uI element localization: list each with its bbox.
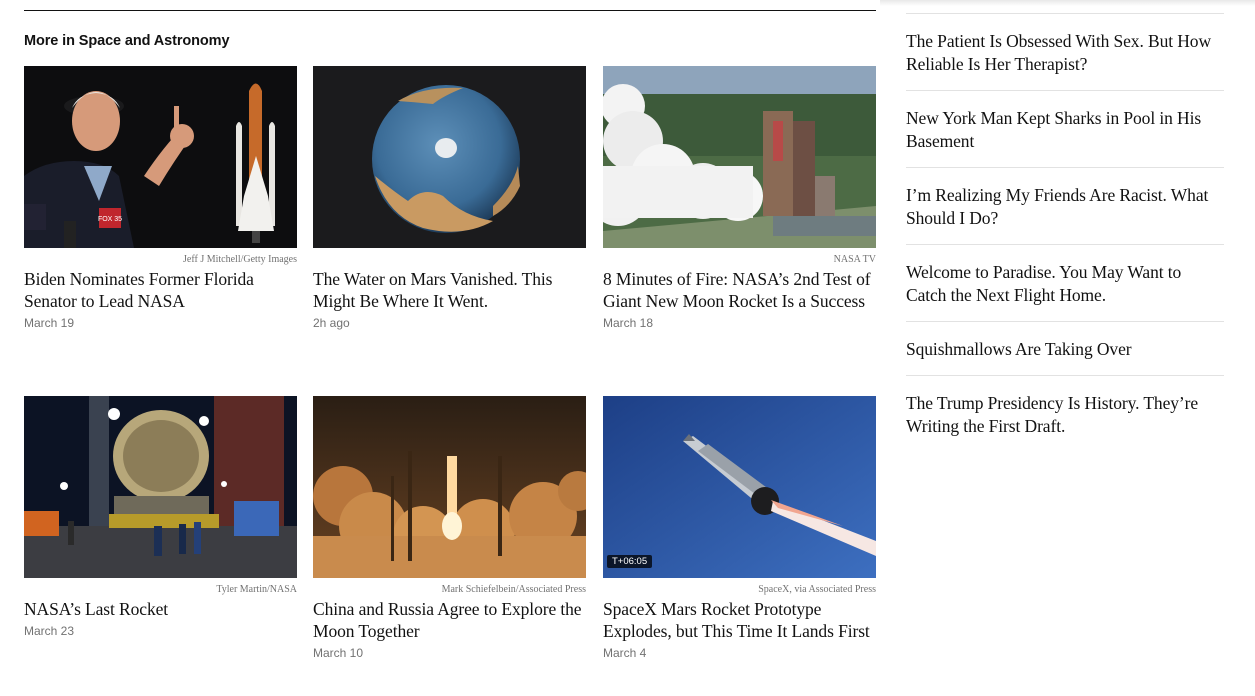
video-timestamp: T+06:05	[607, 555, 653, 568]
photo-credit: NASA TV	[833, 254, 876, 265]
section-title[interactable]: More in Space and Astronomy	[24, 33, 230, 49]
rail-item[interactable]: New York Man Kept Sharks in Pool in His …	[906, 107, 1224, 153]
article-date: March 23	[24, 624, 75, 638]
article-card-mars-water[interactable]: The Water on Mars Vanished. This Might B…	[313, 66, 586, 330]
rail-divider	[906, 244, 1224, 245]
rail-item[interactable]: Squishmallows Are Taking Over	[906, 338, 1224, 361]
article-headline[interactable]: The Water on Mars Vanished. This Might B…	[313, 268, 586, 312]
article-thumbnail-rocket-test[interactable]	[603, 66, 876, 248]
photo-credit: SpaceX, via Associated Press	[758, 584, 876, 595]
article-headline[interactable]: China and Russia Agree to Explore the Mo…	[313, 598, 586, 642]
top-fade-bar	[880, 0, 1255, 6]
article-date: March 10	[313, 646, 364, 660]
article-thumbnail-rocket-stage[interactable]	[24, 396, 297, 578]
article-headline[interactable]: Biden Nominates Former Florida Senator t…	[24, 268, 297, 312]
article-card-china-russia-moon[interactable]: Mark Schiefelbein/Associated Press China…	[313, 396, 586, 660]
rail-divider	[906, 90, 1224, 91]
rail-divider	[906, 375, 1224, 376]
photo-credit: Mark Schiefelbein/Associated Press	[441, 584, 586, 595]
article-date: 2h ago	[313, 316, 350, 330]
article-headline[interactable]: SpaceX Mars Rocket Prototype Explodes, b…	[603, 598, 876, 642]
article-card-nasa-last-rocket[interactable]: Tyler Martin/NASA NASA’s Last Rocket Mar…	[24, 396, 297, 638]
article-headline[interactable]: 8 Minutes of Fire: NASA’s 2nd Test of Gi…	[603, 268, 876, 312]
article-thumbnail-nelson[interactable]: FOX 35	[24, 66, 297, 248]
article-thumbnail-rocket-launch[interactable]	[313, 396, 586, 578]
rail-item[interactable]: Welcome to Paradise. You May Want to Cat…	[906, 261, 1224, 307]
article-card-nasa-nominee[interactable]: FOX 35 Jeff J Mitchell/Getty Images Bide…	[24, 66, 297, 330]
article-card-moon-rocket-test[interactable]: NASA TV 8 Minutes of Fire: NASA’s 2nd Te…	[603, 66, 876, 330]
article-card-spacex-prototype[interactable]: T+06:05 SpaceX, via Associated Press Spa…	[603, 396, 876, 660]
rail-divider	[906, 13, 1224, 14]
news-mic-logo: FOX 35	[98, 216, 122, 223]
article-headline[interactable]: NASA’s Last Rocket	[24, 598, 297, 620]
rail-item[interactable]: I’m Realizing My Friends Are Racist. Wha…	[906, 184, 1224, 230]
article-thumbnail-starship-video[interactable]: T+06:05	[603, 396, 876, 578]
article-date: March 19	[24, 316, 75, 330]
rail-item[interactable]: The Patient Is Obsessed With Sex. But Ho…	[906, 30, 1224, 76]
rail-divider	[906, 167, 1224, 168]
rail-divider	[906, 321, 1224, 322]
article-date: March 4	[603, 646, 647, 660]
rail-item[interactable]: The Trump Presidency Is History. They’re…	[906, 392, 1224, 438]
photo-credit: Tyler Martin/NASA	[216, 584, 297, 595]
section-rule	[24, 10, 876, 11]
article-date: March 18	[603, 316, 654, 330]
photo-credit: Jeff J Mitchell/Getty Images	[183, 254, 297, 265]
article-thumbnail-mars[interactable]	[313, 66, 586, 248]
